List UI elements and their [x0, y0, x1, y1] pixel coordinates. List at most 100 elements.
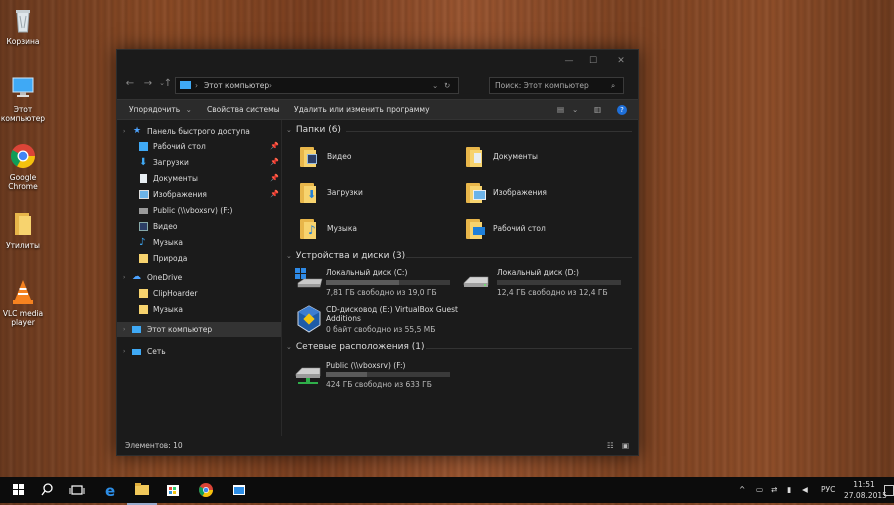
drive-item-c[interactable]: Локальный диск (C:) 7,81 ГБ свободно из … — [294, 267, 459, 299]
large-icons-view-icon[interactable]: ▣ — [622, 437, 629, 455]
action-center-icon[interactable] — [884, 485, 894, 496]
network-tray-icon[interactable]: ▭ — [756, 477, 763, 503]
section-header-devices[interactable]: ⌄ Устройства и диски (3) — [286, 251, 405, 261]
nav-this-pc[interactable]: › Этот компьютер — [117, 322, 281, 337]
pin-icon[interactable]: 📌 — [270, 187, 279, 202]
nav-item-desktop[interactable]: Рабочий стол 📌 — [117, 139, 281, 154]
search-icon[interactable]: ⌕ — [611, 78, 615, 93]
folder-item-documents[interactable]: Документы — [466, 145, 616, 171]
organize-button[interactable]: Упорядочить ⌄ — [129, 100, 192, 119]
nav-item-pictures[interactable]: Изображения 📌 — [117, 187, 281, 202]
drive-item-e[interactable]: CD-дисковод (E:) VirtualBox Guest Additi… — [294, 304, 474, 336]
nav-item-cliphoarder[interactable]: ClipHoarder — [117, 286, 281, 301]
nav-quick-access[interactable]: › ★ Панель быстрого доступа — [117, 124, 281, 139]
nav-item-public-share[interactable]: Public (\\vboxsrv) (F:) — [117, 203, 281, 218]
star-icon: ★ — [133, 126, 142, 136]
computer-icon — [9, 74, 37, 102]
volume-tray-icon[interactable]: ◀ — [802, 477, 808, 503]
desktop-icon-utilities[interactable]: Утилиты — [0, 210, 46, 250]
network-drive-icon — [294, 360, 322, 384]
expand-chevron-icon[interactable]: › — [123, 344, 125, 359]
network-location-public[interactable]: Public (\\vboxsrv) (F:) 424 ГБ свободно … — [294, 360, 464, 392]
drive-item-d[interactable]: Локальный диск (D:) 12,4 ГБ свободно из … — [462, 267, 627, 299]
expand-chevron-icon[interactable]: › — [123, 270, 125, 285]
minimize-button[interactable]: — — [559, 54, 579, 68]
taskbar: e ^ ▭ ⇄ ▮ ◀ РУС 11:51 27.08.2015 — [0, 477, 894, 505]
drive-usage-bar — [326, 280, 450, 285]
breadcrumb[interactable]: Этот компьютер — [204, 78, 269, 93]
folder-item-music[interactable]: ♪ Музыка — [300, 217, 450, 243]
desktop-icon-recycle-bin[interactable]: Корзина — [0, 6, 46, 46]
show-hidden-icons[interactable]: ^ — [739, 477, 745, 503]
virtualbox-cd-icon — [294, 304, 322, 333]
search-icon[interactable] — [32, 477, 62, 503]
desktop-icon-label: VLC media player — [2, 309, 44, 327]
folder-item-pictures[interactable]: Изображения — [466, 181, 616, 207]
chrome-icon — [9, 142, 37, 170]
collapse-chevron-icon[interactable]: ⌄ — [286, 126, 292, 134]
forward-button[interactable]: → — [141, 78, 155, 89]
start-button[interactable] — [4, 477, 34, 503]
change-view-icon[interactable]: ▤ — [557, 100, 564, 119]
windows-drive-icon — [294, 267, 323, 288]
folder-item-video[interactable]: Видео — [300, 145, 450, 171]
view-dropdown-icon[interactable]: ⌄ — [572, 100, 578, 119]
collapse-chevron-icon[interactable]: ⌄ — [286, 252, 292, 260]
uninstall-program-button[interactable]: Удалить или изменить программу — [294, 100, 430, 119]
nav-item-nature[interactable]: Природа — [117, 251, 281, 266]
chrome-icon[interactable] — [191, 477, 221, 503]
nav-onedrive[interactable]: › ☁ OneDrive — [117, 270, 281, 285]
desktop-icon-vlc[interactable]: VLC media player — [0, 278, 46, 327]
input-language[interactable]: РУС — [821, 477, 835, 503]
power-tray-icon[interactable]: ▮ — [787, 477, 791, 503]
usb-tray-icon[interactable]: ⇄ — [771, 477, 777, 503]
system-properties-button[interactable]: Свойства системы — [207, 100, 280, 119]
task-view-icon[interactable] — [62, 477, 92, 503]
expand-chevron-icon[interactable]: › — [123, 322, 125, 337]
search-input[interactable]: Поиск: Этот компьютер ⌕ — [489, 77, 624, 94]
expand-chevron-icon[interactable]: › — [123, 124, 125, 139]
nav-item-onedrive-music[interactable]: Музыка — [117, 302, 281, 317]
clock-time: 11:51 — [853, 480, 875, 489]
collapse-chevron-icon[interactable]: ⌄ — [286, 343, 292, 351]
address-dropdown-icon[interactable]: ⌄ — [432, 78, 438, 93]
up-button[interactable]: ↑ — [161, 78, 175, 89]
details-view-icon[interactable]: ☷ — [607, 437, 614, 455]
title-bar[interactable]: — ☐ ✕ — [117, 50, 638, 72]
folder-item-desktop[interactable]: Рабочий стол — [466, 217, 616, 243]
pin-icon[interactable]: 📌 — [270, 171, 279, 186]
desktop-icon-this-pc[interactable]: Этот компьютер — [0, 74, 46, 123]
back-button[interactable]: ← — [123, 78, 137, 89]
music-note-icon: ♪ — [139, 237, 146, 248]
nav-item-downloads[interactable]: ⬇ Загрузки 📌 — [117, 155, 281, 170]
pin-icon[interactable]: 📌 — [270, 139, 279, 154]
pictures-icon — [139, 190, 149, 199]
nav-item-music[interactable]: ♪ Музыка — [117, 235, 281, 250]
preview-pane-icon[interactable]: ▥ — [594, 100, 601, 119]
desktop-icon-google-chrome[interactable]: Google Chrome — [0, 142, 46, 191]
breadcrumb-chevron-icon: › — [269, 81, 272, 90]
edge-icon[interactable]: e — [95, 477, 125, 503]
maximize-button[interactable]: ☐ — [583, 54, 603, 68]
nav-network[interactable]: › Сеть — [117, 344, 281, 359]
nav-item-documents[interactable]: Документы 📌 — [117, 171, 281, 186]
store-icon[interactable] — [158, 477, 188, 503]
refresh-icon[interactable]: ↻ — [444, 78, 450, 93]
nav-item-video[interactable]: Видео — [117, 219, 281, 234]
close-button[interactable]: ✕ — [611, 54, 631, 68]
folder-item-downloads[interactable]: ⬇ Загрузки — [300, 181, 450, 207]
pin-icon[interactable]: 📌 — [270, 155, 279, 170]
desktop-icon-label: Корзина — [6, 37, 40, 46]
section-divider — [346, 131, 632, 132]
section-header-folders[interactable]: ⌄ Папки (6) — [286, 125, 341, 135]
music-folder-icon: ♪ — [300, 217, 326, 239]
window-app-icon[interactable] — [224, 477, 254, 503]
hard-drive-icon — [462, 267, 490, 287]
file-explorer-icon[interactable] — [127, 477, 157, 505]
section-header-network[interactable]: ⌄ Сетевые расположения (1) — [286, 342, 425, 352]
address-bar[interactable]: › Этот компьютер › ⌄ ↻ — [175, 77, 459, 94]
document-icon — [140, 174, 147, 183]
clock[interactable]: 11:51 27.08.2015 — [844, 479, 887, 501]
help-icon[interactable]: ? — [617, 100, 627, 119]
network-drive-icon — [139, 208, 148, 214]
